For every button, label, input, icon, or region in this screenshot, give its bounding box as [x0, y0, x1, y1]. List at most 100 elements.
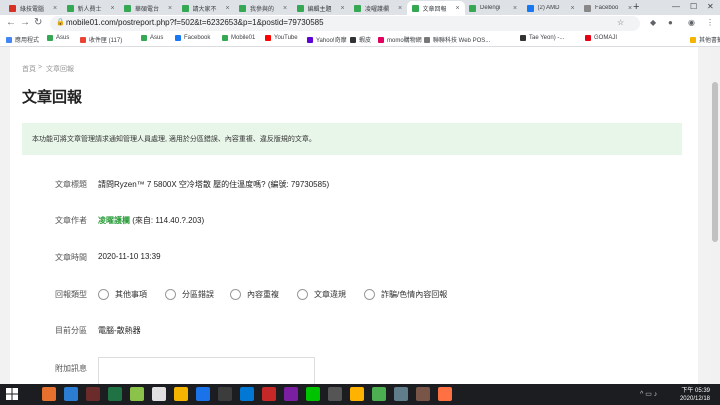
bookmark-item[interactable]: momo購物網	[378, 35, 422, 44]
windows-start-icon[interactable]	[6, 388, 18, 400]
bookmark-item[interactable]: YouTube	[265, 35, 298, 41]
breadcrumb-home[interactable]: 首頁	[22, 64, 36, 74]
tab-close-icon[interactable]: ×	[341, 5, 345, 12]
bookmark-favicon-icon	[175, 35, 181, 41]
radio-circle[interactable]	[297, 289, 308, 300]
tab-close-icon[interactable]: ×	[53, 5, 57, 12]
browser-tab[interactable]: 文章回報 ×	[406, 1, 465, 15]
tab-title: 凌曜護欄	[365, 6, 390, 13]
star-icon[interactable]: ☆	[617, 18, 624, 27]
radio-circle[interactable]	[364, 289, 375, 300]
radio-circle[interactable]	[98, 289, 109, 300]
close-window-icon[interactable]: ✕	[707, 2, 714, 11]
minimize-icon[interactable]: —	[672, 2, 680, 11]
browser-tab[interactable]: 編輯主題 ×	[292, 1, 350, 15]
tab-close-icon[interactable]: ×	[571, 5, 575, 12]
breadcrumb-separator: >	[38, 64, 43, 71]
new-tab-button[interactable]: +	[633, 1, 639, 13]
taskbar-app-icon[interactable]	[196, 387, 210, 401]
tab-favicon-icon	[124, 4, 131, 12]
browser-tab[interactable]: 綠技電腦 ×	[4, 1, 62, 15]
radio-duplicate[interactable]: 內容重複	[230, 289, 279, 300]
tab-title: 請大家不	[192, 6, 217, 13]
tab-close-icon[interactable]: ×	[456, 5, 460, 12]
bookmark-item[interactable]: Tae Yeon) -...	[520, 35, 564, 41]
browser-toolbar: ← → ↻ 🔒 mobile01.com/postreport.php?f=50…	[0, 15, 720, 33]
bookmark-label: momo購物網	[387, 38, 422, 44]
tab-close-icon[interactable]: ×	[226, 5, 230, 12]
taskbar-app-icon[interactable]	[42, 387, 56, 401]
tab-close-icon[interactable]: ×	[513, 5, 517, 12]
tab-favicon-icon	[296, 4, 304, 12]
taskbar-app-icon[interactable]	[262, 387, 276, 401]
extension-icon[interactable]: ◆	[650, 18, 656, 27]
taskbar-app-icon[interactable]	[174, 387, 188, 401]
page-title: 文章回報	[22, 89, 83, 106]
extra-message-textarea[interactable]	[98, 357, 315, 385]
reload-icon[interactable]: ↻	[34, 17, 42, 28]
taskbar-app-icon[interactable]	[350, 387, 364, 401]
radio-circle[interactable]	[230, 289, 241, 300]
tab-close-icon[interactable]: ×	[168, 5, 172, 12]
taskbar-app-icon[interactable]	[108, 387, 122, 401]
bookmark-item[interactable]: 收件匣 (117)	[80, 35, 122, 44]
radio-violation[interactable]: 文章違規	[297, 289, 346, 300]
radio-circle[interactable]	[165, 289, 176, 300]
author-link[interactable]: 凌曜護欄	[98, 216, 130, 225]
maximize-icon[interactable]: ☐	[690, 2, 697, 11]
taskbar-clock[interactable]: 下午 05:39 2020/12/18	[680, 387, 710, 403]
taskbar-app-icon[interactable]	[130, 387, 144, 401]
bookmark-label: 聯聯科技 Web POS...	[433, 38, 491, 44]
browser-tab[interactable]: 凌曜護欄 ×	[349, 1, 407, 15]
taskbar-app-icon[interactable]	[394, 387, 408, 401]
taskbar-app-icon[interactable]	[284, 387, 298, 401]
taskbar-app-icon[interactable]	[328, 387, 342, 401]
taskbar-app-icon[interactable]	[306, 387, 320, 401]
tab-close-icon[interactable]: ×	[111, 5, 115, 12]
browser-tab[interactable]: 我參與的 ×	[234, 1, 292, 15]
bookmark-item[interactable]: 應用程式	[6, 35, 39, 44]
browser-tab[interactable]: 華碩電台 ×	[119, 1, 177, 15]
taskbar-app-icon[interactable]	[438, 387, 452, 401]
menu-icon[interactable]: ⋮	[706, 18, 714, 27]
browser-tab[interactable]: (2) AMD ×	[522, 1, 580, 15]
taskbar-app-icon[interactable]	[240, 387, 254, 401]
radio-wrong-forum[interactable]: 分區錯誤	[165, 289, 214, 300]
radio-other[interactable]: 其他事項	[98, 289, 147, 300]
profile-avatar[interactable]: ◉	[688, 18, 695, 27]
bookmark-item[interactable]: GOMAJI	[585, 35, 617, 41]
scrollbar[interactable]	[710, 47, 720, 384]
tab-close-icon[interactable]: ×	[628, 5, 632, 12]
system-tray-icons[interactable]: ^ ▭ ♪	[640, 390, 657, 398]
taskbar-app-icon[interactable]	[86, 387, 100, 401]
radio-scam[interactable]: 詐騙/色情內容回報	[364, 289, 447, 300]
scrollbar-thumb[interactable]	[712, 82, 718, 242]
bookmark-item[interactable]: 聯聯科技 Web POS...	[424, 35, 490, 44]
address-bar[interactable]: 🔒 mobile01.com/postreport.php?f=502&t=62…	[50, 16, 640, 31]
breadcrumb-current: 文章回報	[46, 66, 74, 73]
bookmark-item[interactable]: 蝦皮	[350, 35, 371, 44]
taskbar-app-icon[interactable]	[152, 387, 166, 401]
taskbar-app-icon[interactable]	[372, 387, 386, 401]
tab-title: 我參與的	[250, 6, 275, 13]
tab-close-icon[interactable]: ×	[283, 5, 287, 12]
bookmark-item[interactable]: Asus	[141, 35, 163, 41]
tab-close-icon[interactable]: ×	[398, 5, 402, 12]
tab-title: 綠技電腦	[20, 6, 45, 13]
bookmark-item[interactable]: 其他書籤	[690, 35, 720, 44]
bookmark-item[interactable]: Facebook	[175, 35, 210, 41]
browser-tab[interactable]: Delengi ×	[464, 1, 522, 15]
taskbar-app-icon[interactable]	[218, 387, 232, 401]
bookmark-item[interactable]: Mobile01	[222, 35, 255, 41]
bookmark-item[interactable]: Asus	[47, 35, 69, 41]
extension-icon-2[interactable]: ●	[668, 18, 673, 27]
browser-tab[interactable]: 請大家不 ×	[177, 1, 235, 15]
browser-tab[interactable]: 新人費士 ×	[62, 1, 120, 15]
forward-icon[interactable]: →	[20, 17, 30, 28]
bookmark-label: 其他書籤	[699, 38, 720, 44]
taskbar-app-icon[interactable]	[64, 387, 78, 401]
back-icon[interactable]: ←	[6, 17, 16, 28]
browser-tab[interactable]: Faceboo ×	[579, 1, 637, 15]
taskbar-app-icon[interactable]	[416, 387, 430, 401]
bookmark-item[interactable]: Yahoo!奇摩	[307, 35, 347, 44]
